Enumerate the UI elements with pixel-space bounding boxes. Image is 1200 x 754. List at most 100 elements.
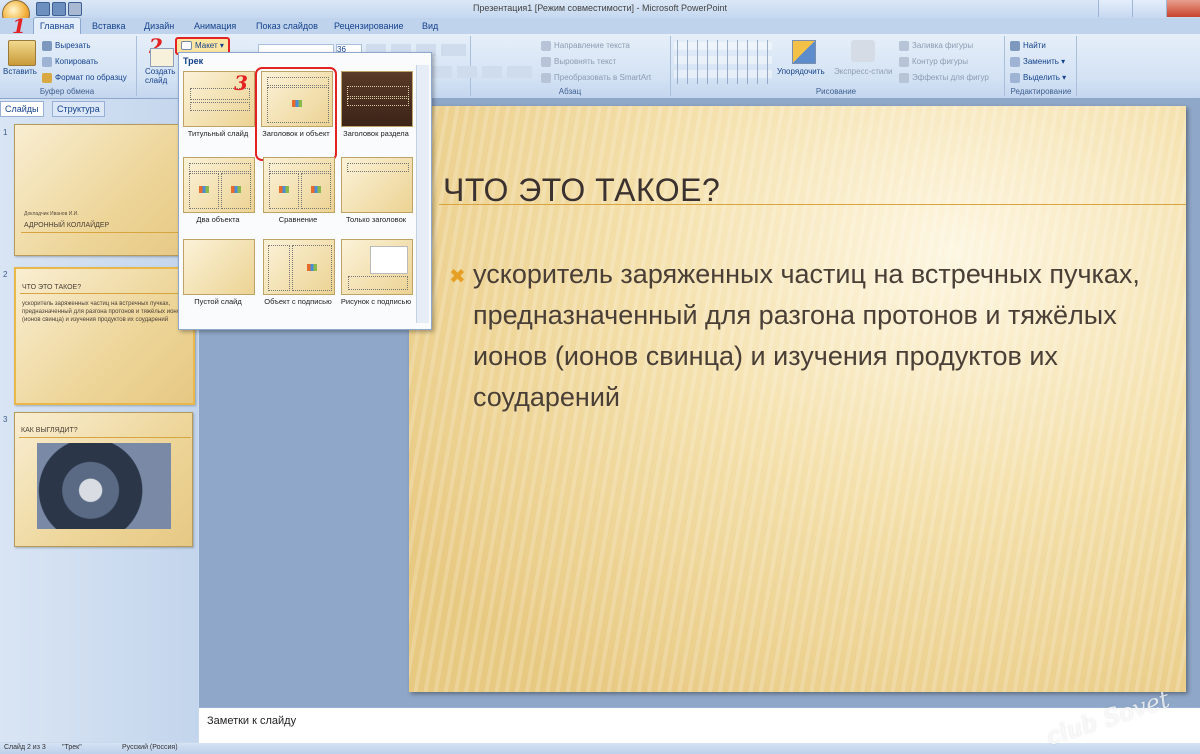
status-bar: Слайд 2 из 3 "Трек" Русский (Россия) (0, 743, 1200, 754)
collider-image (37, 443, 171, 529)
new-slide-button[interactable]: Создать слайд (145, 67, 175, 85)
placeholder (347, 98, 409, 106)
close-button[interactable] (1166, 0, 1200, 17)
layout-blank[interactable] (183, 239, 255, 295)
slide-thumbnail-1[interactable]: Докладчик Иванов И.И. АДРОННЫЙ КОЛЛАЙДЕР (14, 124, 193, 256)
placeholder (301, 173, 331, 209)
placeholder (189, 173, 219, 209)
replace-button[interactable]: Заменить ▾ (1010, 57, 1065, 67)
replace-icon (1010, 57, 1020, 67)
maximize-button[interactable] (1132, 0, 1167, 17)
shape-outline-button[interactable]: Контур фигуры (899, 57, 968, 67)
current-slide[interactable]: ЧТО ЭТО ТАКОЕ? ✖ ускоритель заряженных ч… (409, 106, 1186, 692)
tab-insert[interactable]: Вставка (86, 18, 131, 34)
tab-design[interactable]: Дизайн (138, 18, 180, 34)
placeholder (269, 173, 299, 209)
tab-outline[interactable]: Структура (52, 101, 105, 117)
clipboard-group-label: Буфер обмена (39, 87, 95, 96)
arrange-button[interactable]: Упорядочить (777, 67, 825, 76)
editing-group-label: Редактирование (1010, 87, 1072, 96)
find-button[interactable]: Найти (1010, 41, 1046, 51)
gallery-scrollbar[interactable] (416, 65, 429, 323)
tab-slides[interactable]: Слайды (0, 101, 44, 117)
select-button[interactable]: Выделить ▾ (1010, 73, 1066, 83)
tab-slideshow[interactable]: Показ слайдов (250, 18, 324, 34)
thumb-body: ускоритель заряженных частиц на встречны… (22, 301, 184, 323)
content-icon (199, 186, 209, 193)
layout-label: Сравнение (278, 215, 318, 224)
pen-icon (899, 57, 909, 67)
shape-effects-button[interactable]: Эффекты для фигур (899, 73, 989, 83)
content-icon (307, 264, 317, 271)
thumb-subtitle: Докладчик Иванов И.И. (24, 211, 79, 217)
placeholder (190, 102, 250, 111)
placeholder (221, 173, 251, 209)
divider (1076, 36, 1077, 96)
layout-comparison[interactable] (263, 157, 335, 213)
thumb-title: ЧТО ЭТО ТАКОЕ? (22, 284, 82, 291)
layout-label: Рисунок с подписью (340, 297, 412, 306)
content-icon (279, 186, 289, 193)
status-language[interactable]: Русский (Россия) (122, 744, 178, 751)
slide-thumbnail-2[interactable]: ЧТО ЭТО ТАКОЕ? ускоритель заряженных час… (14, 267, 195, 405)
copy-button[interactable]: Копировать (42, 57, 98, 67)
divider (136, 36, 137, 96)
paste-icon[interactable] (8, 40, 36, 66)
quick-styles-icon[interactable] (851, 40, 875, 62)
alignment-buttons[interactable] (432, 66, 532, 78)
layout-icon (181, 41, 192, 51)
status-theme: "Трек" (62, 744, 82, 751)
slide-number: 2 (3, 270, 8, 279)
thumb-rule (21, 232, 191, 233)
effects-icon (899, 73, 909, 83)
tab-view[interactable]: Вид (416, 18, 444, 34)
cut-button[interactable]: Вырезать (42, 41, 91, 51)
quick-styles-button[interactable]: Экспресс-стили (834, 67, 893, 76)
slide-body-text[interactable]: ускоритель заряженных частиц на встречны… (473, 254, 1173, 418)
layout-label: Заголовок раздела (343, 129, 409, 138)
gallery-header: Трек (183, 56, 204, 66)
thumb-title: КАК ВЫГЛЯДИТ? (21, 427, 78, 434)
content-icon (311, 186, 321, 193)
layout-two-content[interactable] (183, 157, 255, 213)
tab-home[interactable]: Главная (33, 17, 81, 35)
layout-content-with-caption[interactable] (263, 239, 335, 295)
align-text-icon (541, 57, 551, 67)
new-slide-icon[interactable] (150, 48, 174, 67)
format-painter-button[interactable]: Формат по образцу (42, 73, 127, 83)
cursor-icon (1010, 73, 1020, 83)
layout-label: Два объекта (196, 215, 240, 224)
tab-animation[interactable]: Анимация (188, 18, 242, 34)
paste-button[interactable]: Вставить (3, 67, 37, 76)
paragraph-group-label: Абзац (558, 87, 582, 96)
thumb-rule (20, 293, 192, 294)
bullet-x-icon: ✖ (449, 266, 466, 288)
save-icon[interactable] (36, 2, 50, 16)
placeholder (268, 245, 290, 291)
layout-title-only[interactable] (341, 157, 413, 213)
tab-review[interactable]: Рецензирование (328, 18, 410, 34)
undo-icon[interactable] (52, 2, 66, 16)
drawing-group-label: Рисование (815, 87, 857, 96)
smartart-button[interactable]: Преобразовать в SmartArt (541, 73, 651, 83)
copy-icon (42, 57, 52, 67)
arrange-icon[interactable] (792, 40, 816, 64)
layout-label: Только заголовок (345, 215, 407, 224)
layout-picture-with-caption[interactable] (341, 239, 413, 295)
scissors-icon (42, 41, 52, 51)
text-direction-icon (541, 41, 551, 51)
thumb-rule (19, 437, 191, 438)
window-title: Презентация1 [Режим совместимости] - Mic… (472, 3, 728, 13)
redo-icon[interactable] (68, 2, 82, 16)
layout-gallery: Трек Титульный слайд Заголовок и объект … (178, 52, 432, 330)
slide-thumbnail-3[interactable]: КАК ВЫГЛЯДИТ? (14, 412, 193, 547)
layout-section-header[interactable] (341, 71, 413, 127)
align-text-button[interactable]: Выровнять текст (541, 57, 616, 67)
thumb-title: АДРОННЫЙ КОЛЛАЙДЕР (24, 222, 110, 229)
smartart-icon (541, 73, 551, 83)
minimize-button[interactable] (1098, 0, 1133, 17)
shapes-gallery[interactable] (674, 40, 772, 84)
shape-fill-button[interactable]: Заливка фигуры (899, 41, 973, 51)
text-direction-button[interactable]: Направление текста (541, 41, 630, 51)
brush-icon (42, 73, 52, 83)
